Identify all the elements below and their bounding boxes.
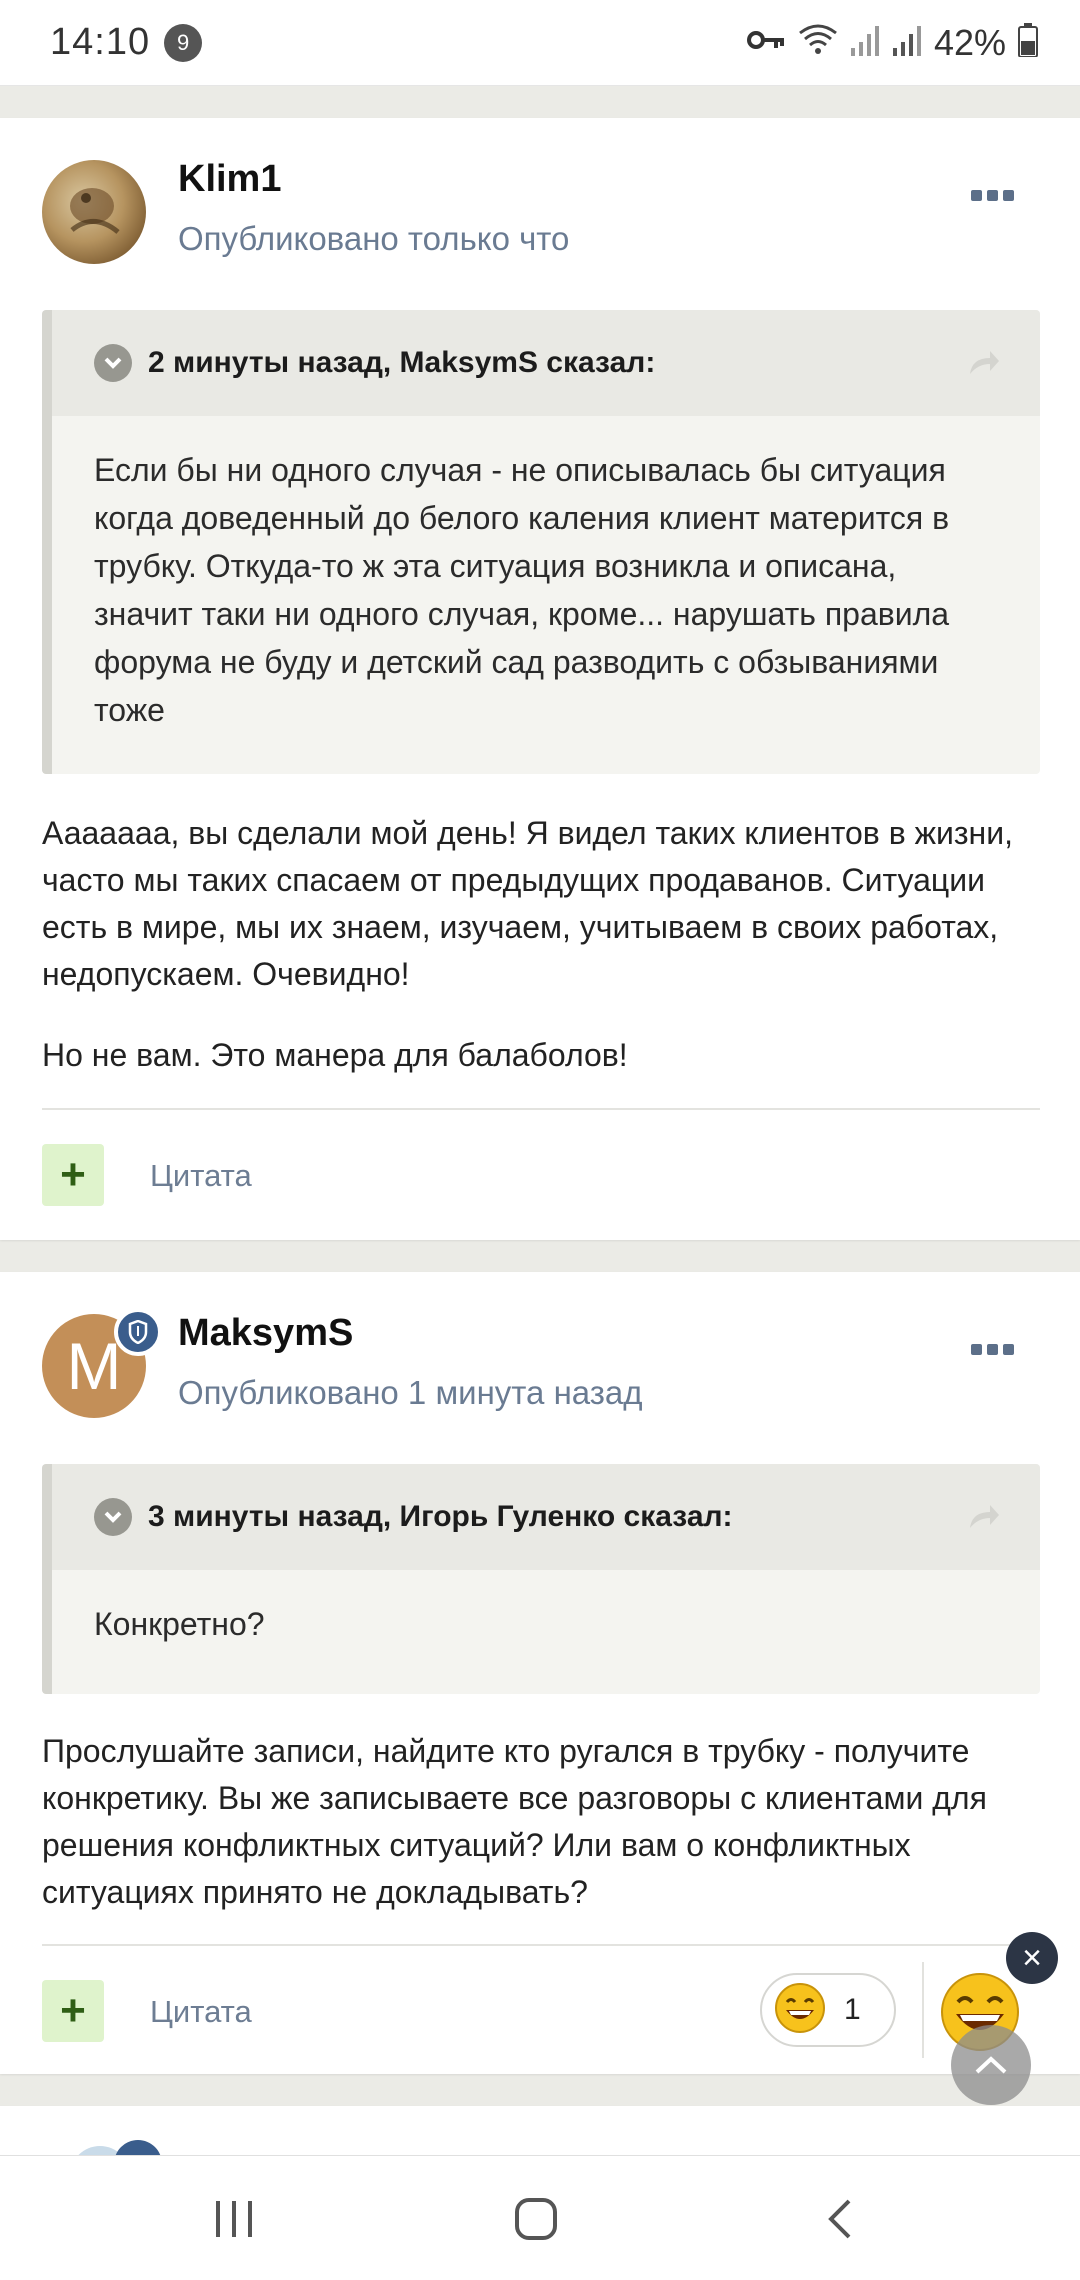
scroll-to-top-button[interactable] bbox=[951, 2025, 1031, 2105]
divider bbox=[42, 1944, 1040, 1946]
laughing-emoji-icon bbox=[774, 1982, 826, 2039]
reputation-plus-button[interactable]: + bbox=[42, 1144, 104, 1206]
more-options-icon[interactable] bbox=[971, 190, 1014, 201]
quote-text: Если бы ни одного случая - не описывалас… bbox=[94, 452, 950, 728]
quote-author: 2 минуты назад, MaksymS сказал: bbox=[148, 346, 656, 379]
post-card: M MaksymS Опубликовано 1 минута назад 3 … bbox=[0, 1272, 1080, 2074]
quote-header[interactable]: 2 минуты назад, MaksymS сказал: bbox=[52, 310, 1040, 416]
post-paragraph: Прослушайте записи, найдите кто ругался … bbox=[42, 1733, 987, 1910]
key-icon bbox=[746, 28, 786, 57]
post-paragraph: Аааааaа, вы сделали мой день! Я видел та… bbox=[42, 815, 1013, 992]
post-timestamp[interactable]: Опубликовано только что bbox=[178, 220, 569, 258]
post-body: Аааааaа, вы сделали мой день! Я видел та… bbox=[42, 810, 1040, 1079]
post-author[interactable]: MaksymS bbox=[178, 1312, 353, 1355]
signal-icon bbox=[850, 24, 880, 61]
moderator-badge-icon bbox=[114, 1308, 162, 1356]
quote-author: 3 минуты назад, Игорь Гуленко сказал: bbox=[148, 1500, 733, 1533]
chevron-down-icon[interactable] bbox=[94, 1498, 132, 1536]
status-icons: 42% bbox=[746, 22, 1038, 64]
status-time: 14:10 bbox=[50, 21, 151, 63]
signal-icon bbox=[892, 24, 922, 61]
divider bbox=[42, 1108, 1040, 1110]
reaction-summary[interactable]: 1 bbox=[760, 1973, 896, 2047]
quote-button[interactable]: Цитата bbox=[150, 1994, 252, 2030]
notification-count-badge: 9 bbox=[164, 23, 203, 62]
quote-button[interactable]: Цитата bbox=[150, 1158, 252, 1194]
battery-icon bbox=[1018, 23, 1038, 62]
post-author[interactable]: Klim1 bbox=[178, 158, 281, 201]
quote-block: 2 минуты назад, MaksymS сказал: Если бы … bbox=[42, 310, 1040, 774]
post-paragraph: Но не вам. Это манера для балаболов! bbox=[42, 1037, 628, 1073]
recent-apps-icon[interactable] bbox=[194, 2184, 274, 2254]
post-card: Klim1 Опубликовано только что 2 минуты н… bbox=[0, 118, 1080, 1240]
share-icon[interactable] bbox=[966, 348, 1000, 381]
close-reaction-button[interactable]: × bbox=[1006, 1932, 1058, 1984]
quote-block: 3 минуты назад, Игорь Гуленко сказал: Ко… bbox=[42, 1464, 1040, 1694]
wifi-icon bbox=[798, 23, 838, 62]
home-icon[interactable] bbox=[496, 2184, 576, 2254]
post-timestamp[interactable]: Опубликовано 1 минута назад bbox=[178, 1374, 643, 1412]
reputation-plus-button[interactable]: + bbox=[42, 1980, 104, 2042]
system-nav-bar bbox=[0, 2155, 1080, 2280]
more-options-icon[interactable] bbox=[971, 1344, 1014, 1355]
divider bbox=[922, 1962, 924, 2058]
quote-text: Конкретно? bbox=[94, 1606, 265, 1642]
share-icon[interactable] bbox=[966, 1502, 1000, 1535]
quote-header[interactable]: 3 минуты назад, Игорь Гуленко сказал: bbox=[52, 1464, 1040, 1570]
avatar[interactable] bbox=[42, 160, 146, 264]
reaction-count: 1 bbox=[844, 1993, 861, 2026]
chevron-down-icon[interactable] bbox=[94, 344, 132, 382]
post-body: Прослушайте записи, найдите кто ругался … bbox=[42, 1728, 1040, 1916]
back-icon[interactable] bbox=[800, 2184, 880, 2254]
status-bar: 14:10 9 42% bbox=[0, 0, 1080, 86]
battery-percent: 42% bbox=[933, 21, 1006, 63]
